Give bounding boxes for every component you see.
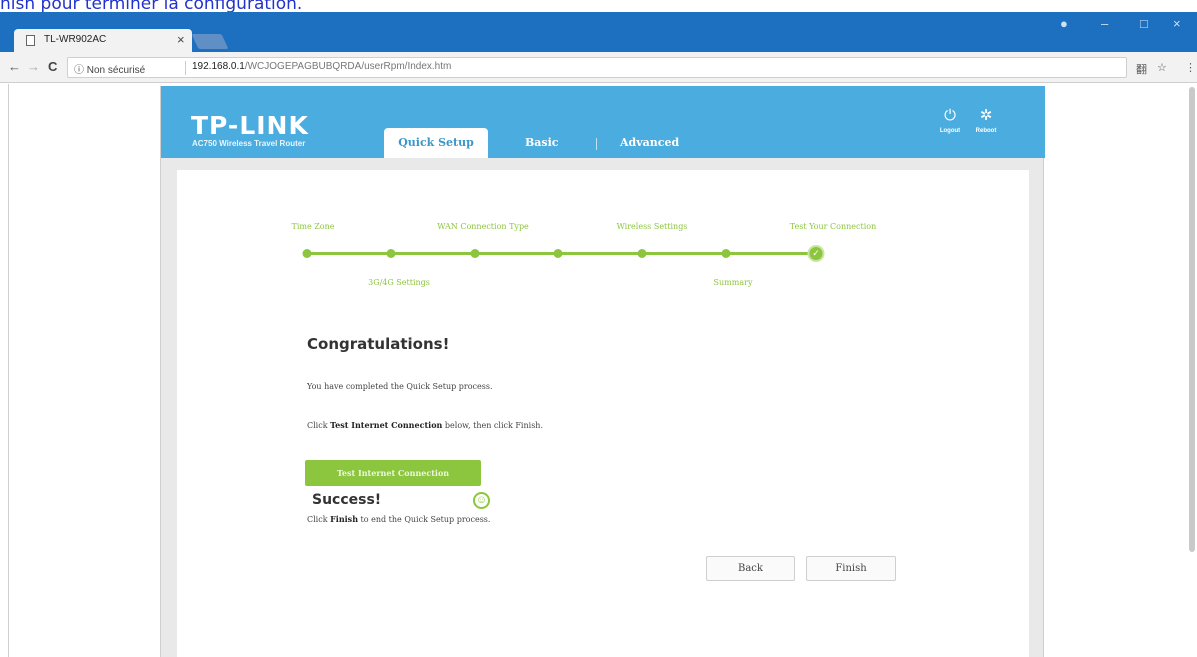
- minimize-button[interactable]: –: [1101, 16, 1108, 31]
- browser-tab[interactable]: TL-WR902AC ×: [14, 29, 192, 52]
- back-arrow-icon[interactable]: ←: [8, 59, 21, 74]
- step-label-wireless: Wireless Settings: [616, 222, 688, 231]
- caption-strip: nish pour terminer la configuration.: [0, 0, 1197, 12]
- test-internet-connection-button[interactable]: Test Internet Connection: [305, 460, 481, 486]
- success-bold: Finish: [330, 514, 359, 524]
- nav-divider: [596, 138, 597, 150]
- address-bar[interactable]: ⓘ Non sécurisé 192.168.0.1/WCJOGEPAGBUBQ…: [67, 57, 1127, 78]
- progress-line: [307, 252, 819, 255]
- content-panel: Time Zone WAN Connection Type Wireless S…: [177, 170, 1029, 657]
- reboot-button[interactable]: ✲ Reboot: [973, 107, 999, 135]
- url-path: /WCJOGEPAGBUBQRDA/userRpm/Index.htm: [244, 61, 452, 72]
- step-label-3g4g: 3G/4G Settings: [368, 278, 430, 287]
- bookmark-star-icon[interactable]: ☆: [1157, 61, 1167, 74]
- maximize-button[interactable]: □: [1140, 16, 1148, 31]
- caption-text: nish pour terminer la configuration.: [0, 0, 303, 12]
- completed-message: You have completed the Quick Setup proce…: [307, 382, 493, 391]
- smiley-icon: ☺: [473, 492, 490, 509]
- success-message: Click Finish to end the Quick Setup proc…: [307, 514, 490, 524]
- step-dot: [637, 249, 647, 258]
- instruction-suffix: below, then click Finish.: [442, 421, 544, 430]
- address-divider: [185, 61, 186, 75]
- browser-toolbar: ← → C ⓘ Non sécurisé 192.168.0.1/WCJOGEP…: [0, 52, 1197, 83]
- instruction-message: Click Test Internet Connection below, th…: [307, 420, 543, 430]
- security-indicator[interactable]: ⓘ Non sécurisé: [74, 61, 145, 76]
- model-name: AC750 Wireless Travel Router: [192, 139, 306, 148]
- step-label-time-zone: Time Zone: [291, 222, 335, 231]
- translate-icon[interactable]: 翻: [1136, 61, 1147, 77]
- menu-icon[interactable]: ⋮: [1185, 61, 1196, 74]
- step-label-wan: WAN Connection Type: [437, 222, 529, 231]
- step-dot: [553, 249, 563, 258]
- tab-basic[interactable]: Basic: [525, 128, 559, 158]
- step-dot: [302, 249, 312, 258]
- step-dot: [721, 249, 731, 258]
- page-icon: [26, 35, 35, 46]
- logout-button[interactable]: ⏻ Logout: [937, 107, 963, 135]
- router-app: TP-LINK AC750 Wireless Travel Router Qui…: [160, 86, 1045, 657]
- page-scrollbar[interactable]: [1189, 87, 1195, 552]
- reboot-label: Reboot: [975, 128, 997, 134]
- gear-icon: ✲: [979, 107, 993, 124]
- back-button[interactable]: Back: [706, 556, 795, 581]
- tab-quick-setup[interactable]: Quick Setup: [384, 128, 488, 158]
- finish-button[interactable]: Finish: [806, 556, 896, 581]
- step-label-summary: Summary: [713, 278, 753, 287]
- step-dot: [470, 249, 480, 258]
- brand-logo: TP-LINK: [191, 111, 309, 140]
- tab-title: TL-WR902AC: [44, 34, 107, 45]
- instruction-prefix: Click: [307, 421, 331, 430]
- url-text: 192.168.0.1/WCJOGEPAGBUBQRDA/userRpm/Ind…: [192, 61, 451, 72]
- power-icon: ⏻: [944, 107, 956, 124]
- reload-icon[interactable]: C: [48, 59, 57, 74]
- forward-arrow-icon[interactable]: →: [27, 59, 40, 74]
- tab-advanced[interactable]: Advanced: [620, 128, 679, 158]
- new-tab-button[interactable]: [191, 34, 229, 49]
- step-dot: [386, 249, 396, 258]
- close-window-button[interactable]: ×: [1173, 16, 1181, 31]
- success-suffix: to end the Quick Setup process.: [358, 515, 491, 524]
- success-prefix: Click: [307, 515, 331, 524]
- profile-icon[interactable]: ●: [1060, 16, 1068, 31]
- logout-label: Logout: [939, 128, 961, 134]
- success-heading: Success!: [312, 492, 382, 508]
- page-title: Congratulations!: [307, 335, 450, 353]
- tab-close-icon[interactable]: ×: [177, 32, 185, 47]
- app-header: TP-LINK AC750 Wireless Travel Router Qui…: [161, 86, 1045, 158]
- step-label-test: Test Your Connection: [789, 222, 877, 231]
- current-step-check-icon: ✓: [807, 245, 825, 262]
- instruction-bold: Test Internet Connection: [330, 420, 443, 430]
- url-host: 192.168.0.1: [192, 61, 245, 72]
